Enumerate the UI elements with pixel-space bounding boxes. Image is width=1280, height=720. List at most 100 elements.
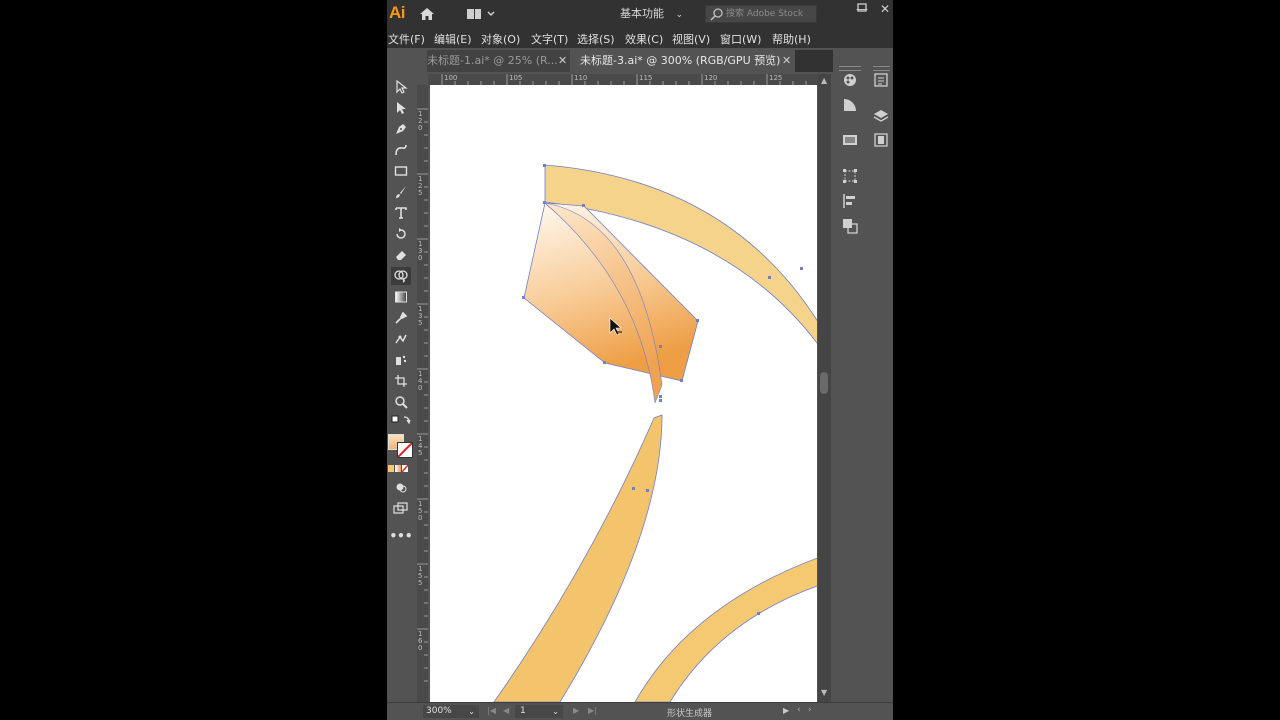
chevron-down-icon: ⌄ <box>552 707 559 716</box>
scroll-right-icon[interactable]: › <box>808 705 812 715</box>
ruler-label: 100 <box>444 74 458 82</box>
ruler-label: 115 <box>639 74 653 82</box>
layers-panel-icon[interactable] <box>873 108 889 124</box>
status-menu-arrow-icon[interactable]: ▶ <box>783 706 789 715</box>
stock-search-input[interactable]: 搜索 Adobe Stock <box>705 5 817 23</box>
menu-help[interactable]: 帮助(H) <box>772 31 811 47</box>
color-guide-icon[interactable] <box>842 97 858 113</box>
align-panel-icon[interactable] <box>842 193 858 209</box>
stroke-swatch[interactable] <box>397 442 413 458</box>
menu-file[interactable]: 文件(F) <box>388 31 425 47</box>
zoom-level-select[interactable]: 300% ⌄ <box>423 705 479 718</box>
eraser-tool-icon[interactable] <box>391 246 411 264</box>
arrange-documents-icon[interactable] <box>466 7 496 21</box>
ai-logo: Ai <box>389 3 406 22</box>
eyedropper-tool-icon[interactable] <box>391 309 411 327</box>
vertical-ruler: 120 125 130 135 140 145 150 155 160 <box>417 85 428 702</box>
drawing-modes-icon[interactable] <box>391 478 411 496</box>
vertical-scrollbar[interactable]: ▲ ▼ <box>818 74 831 702</box>
previous-artboard-icon[interactable]: ◀ <box>503 706 509 715</box>
tab-document-1[interactable]: 未标题-1.ai* @ 25% (R... <box>427 50 570 72</box>
rectangle-tool-icon[interactable] <box>391 162 411 180</box>
workspace-switcher[interactable]: 基本功能 ⌄ <box>620 5 683 21</box>
horizontal-ruler: 100 105 110 115 120 125 <box>428 74 818 85</box>
scroll-down-arrow[interactable]: ▼ <box>821 688 827 697</box>
paintbrush-tool-icon[interactable] <box>391 183 411 201</box>
panel-dock-collapsed <box>835 66 865 716</box>
pen-tool-icon[interactable] <box>391 120 411 138</box>
ruler-label: 150 <box>418 500 423 522</box>
stem-ribbon[interactable] <box>493 414 663 702</box>
gradient-panel-icon[interactable] <box>842 132 858 148</box>
document-tab-bar: 未标题-1.ai* @ 25% (R... ✕ 未标题-3.ai* @ 300%… <box>427 50 833 72</box>
panel-dock-grip[interactable] <box>839 66 861 71</box>
screen-mode-icon[interactable] <box>391 499 411 517</box>
swap-colors-icon[interactable] <box>391 415 411 427</box>
type-tool-icon[interactable] <box>391 204 411 222</box>
none-mode-icon[interactable] <box>402 465 408 472</box>
more-tools-icon[interactable]: ••• <box>390 527 413 545</box>
artboard-tool-icon[interactable] <box>391 372 411 390</box>
close-tab-icon[interactable]: ✕ <box>782 50 791 72</box>
title-bar: Ai 基本功能 ⌄ 搜索 Adobe Stock — ✕ <box>387 0 893 28</box>
pathfinder-panel-icon[interactable] <box>842 218 858 234</box>
first-artboard-icon[interactable]: |◀ <box>487 706 496 715</box>
scroll-thumb[interactable] <box>820 372 828 394</box>
menu-select[interactable]: 选择(S) <box>577 31 615 47</box>
zoom-value: 300% <box>426 706 452 716</box>
close-icon[interactable]: ✕ <box>880 2 890 16</box>
curvature-tool-icon[interactable] <box>391 141 411 159</box>
menu-window[interactable]: 窗口(W) <box>720 31 761 47</box>
ruler-label: 120 <box>418 110 423 132</box>
menu-view[interactable]: 视图(V) <box>672 31 710 47</box>
close-tab-icon[interactable]: ✕ <box>558 50 567 72</box>
ruler-label: 145 <box>418 435 423 457</box>
panel-dock-grip[interactable] <box>873 66 890 71</box>
ruler-label: 130 <box>418 240 423 262</box>
libraries-panel-icon[interactable] <box>873 132 889 148</box>
tab-label: 未标题-1.ai* @ 25% (R... <box>427 54 558 67</box>
tab-document-3[interactable]: 未标题-3.ai* @ 300% (RGB/GPU 预览) <box>570 50 795 72</box>
symbol-sprayer-tool-icon[interactable] <box>391 351 411 369</box>
artboard-canvas[interactable] <box>430 85 817 702</box>
last-artboard-icon[interactable]: ▶| <box>588 706 597 715</box>
ruler-label: 125 <box>769 74 783 82</box>
color-panel-icon[interactable] <box>842 72 858 88</box>
ruler-label: 140 <box>418 370 423 392</box>
next-artboard-icon[interactable]: ▶ <box>573 706 579 715</box>
bottom-arc-ribbon[interactable] <box>634 557 817 702</box>
menu-bar: 文件(F) 编辑(E) 对象(O) 文字(T) 选择(S) 效果(C) 视图(V… <box>387 28 893 48</box>
search-icon <box>710 7 724 27</box>
ruler-label: 160 <box>418 630 423 652</box>
color-mode-icon[interactable] <box>388 465 394 472</box>
gradient-tool-icon[interactable] <box>391 288 411 306</box>
ruler-label: 135 <box>418 305 423 327</box>
ruler-label: 105 <box>509 74 523 82</box>
menu-edit[interactable]: 编辑(E) <box>434 31 472 47</box>
scroll-up-arrow[interactable]: ▲ <box>821 76 827 85</box>
shape-builder-tool-icon[interactable] <box>391 267 411 285</box>
tools-panel: ••• <box>387 72 415 702</box>
current-tool-status[interactable]: 形状生成器 <box>667 706 712 719</box>
panel-dock-secondary <box>870 66 893 716</box>
menu-object[interactable]: 对象(O) <box>481 31 520 47</box>
rotate-tool-icon[interactable] <box>391 225 411 243</box>
puppet-warp-tool-icon[interactable] <box>391 330 411 348</box>
home-icon[interactable] <box>418 6 436 22</box>
artboard-number-select[interactable]: 1 ⌄ <box>515 705 563 718</box>
menu-effect[interactable]: 效果(C) <box>625 31 663 47</box>
chevron-down-icon: ⌄ <box>468 707 475 716</box>
illustrator-window: Ai 基本功能 ⌄ 搜索 Adobe Stock — ✕ 文件(F) 编辑(E)… <box>387 0 893 720</box>
gradient-mode-icon[interactable] <box>395 465 401 472</box>
direct-selection-tool-icon[interactable] <box>391 99 411 117</box>
scroll-left-icon[interactable]: ‹ <box>797 705 801 715</box>
selection-tool-icon[interactable] <box>391 78 411 96</box>
zoom-tool-icon[interactable] <box>391 393 411 411</box>
ruler-label: 110 <box>574 74 588 82</box>
color-mode-buttons[interactable] <box>388 465 410 472</box>
menu-type[interactable]: 文字(T) <box>531 31 568 47</box>
transform-panel-icon[interactable] <box>842 168 858 184</box>
ruler-label: 120 <box>704 74 718 82</box>
properties-panel-icon[interactable] <box>873 72 889 88</box>
ruler-label: 125 <box>418 175 423 197</box>
